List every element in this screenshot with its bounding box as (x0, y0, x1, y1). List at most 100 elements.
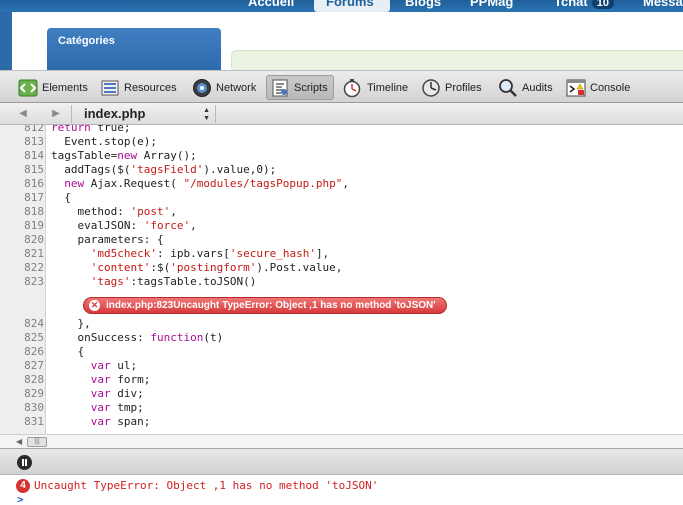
site-nav-ppmag[interactable]: PPMag (470, 0, 513, 9)
site-nav-forums[interactable]: Forums (314, 0, 390, 12)
line-number[interactable]: 816 (0, 177, 44, 191)
website-header: Accueil Forums Blogs PPMag Tchat 10 Messa… (0, 0, 683, 70)
profiles-icon (421, 78, 441, 98)
code-line[interactable]: 815 addTags($('tagsField').value,0); (0, 163, 683, 177)
tab-console[interactable]: Console (566, 75, 630, 100)
error-count-badge: 4 (16, 478, 30, 493)
audits-icon (498, 78, 518, 98)
tab-timeline-label: Timeline (367, 81, 409, 94)
code-text: return true; (51, 125, 131, 134)
code-line[interactable]: 813 Event.stop(e); (0, 135, 683, 149)
tab-audits[interactable]: Audits (498, 75, 553, 100)
line-number[interactable]: 828 (0, 373, 44, 387)
inline-error-bubble: ✕ index.php:823Uncaught TypeError: Objec… (83, 297, 447, 314)
scroll-left-icon[interactable]: ◀ (16, 437, 22, 446)
site-nav-tchat[interactable]: Tchat 10 (554, 0, 614, 9)
tab-scripts-label: Scripts (294, 81, 328, 94)
script-file-bar: ◀ ▶ index.php ▲ ▼ (0, 103, 683, 125)
line-number[interactable]: 813 (0, 135, 44, 149)
code-line[interactable]: 812 return true; (0, 125, 683, 135)
devtools-toolbar: Elements Resources Network Scripts Timel… (0, 70, 683, 103)
line-number[interactable]: 822 (0, 261, 44, 275)
pause-on-exceptions-icon[interactable] (17, 455, 32, 470)
tab-resources[interactable]: Resources (100, 75, 177, 100)
line-number[interactable]: 826 (0, 345, 44, 359)
code-text: var tmp; (90, 401, 144, 414)
site-nav-accueil[interactable]: Accueil (248, 0, 294, 9)
script-file-select[interactable]: index.php ▲ ▼ (71, 105, 216, 123)
line-number[interactable]: 827 (0, 359, 44, 373)
tab-scripts[interactable]: Scripts (266, 75, 334, 100)
tab-elements-label: Elements (42, 81, 88, 94)
error-x-icon: ✕ (89, 300, 100, 311)
line-number[interactable]: 812 (0, 125, 44, 135)
code-line[interactable]: 819 evalJSON: 'force', (0, 219, 683, 233)
tab-timeline[interactable]: Timeline (343, 75, 408, 100)
tab-profiles[interactable]: Profiles (421, 75, 482, 100)
site-content-box (231, 50, 683, 70)
code-line[interactable]: 824 }, (0, 317, 683, 331)
debugger-status-bar (0, 448, 683, 475)
code-line[interactable]: 816 new Ajax.Request( "/modules/tagsPopu… (0, 177, 683, 191)
code-text: evalJSON: 'force', (51, 219, 197, 232)
console-error-text: Uncaught TypeError: Object ,1 has no met… (34, 479, 379, 492)
source-code-view[interactable]: 812 return true; 813 Event.stop(e); 814 tags… (0, 125, 683, 434)
code-line[interactable]: 823 'tags':tagsTable.toJSON() (0, 275, 683, 289)
line-number[interactable]: 821 (0, 247, 44, 261)
line-number[interactable]: 819 (0, 219, 44, 233)
console-prompt[interactable]: > (17, 493, 24, 505)
code-line[interactable]: 827 var ul; (0, 359, 683, 373)
code-line[interactable]: 825 onSuccess: function(t) (0, 331, 683, 345)
code-line[interactable]: 814 tagsTable=new Array(); (0, 149, 683, 163)
line-number[interactable]: 824 (0, 317, 44, 331)
script-file-name: index.php (84, 106, 146, 121)
code-text: var form; (90, 373, 151, 386)
site-categories-panel: Catégories (47, 28, 221, 70)
line-number[interactable]: 820 (0, 233, 44, 247)
line-number[interactable]: 818 (0, 205, 44, 219)
code-line[interactable]: 817 { (0, 191, 683, 205)
code-text: parameters: { (51, 233, 164, 246)
horizontal-scrollbar[interactable]: ◀ ||| (0, 434, 683, 448)
console-icon (566, 78, 586, 98)
line-number[interactable]: 815 (0, 163, 44, 177)
code-line[interactable]: 830 var tmp; (0, 401, 683, 415)
code-text: { (51, 191, 71, 204)
forward-arrow-icon[interactable]: ▶ (50, 107, 62, 120)
site-left-strip (0, 12, 12, 70)
tab-audits-label: Audits (522, 81, 553, 94)
tab-network[interactable]: Network (192, 75, 256, 100)
tab-profiles-label: Profiles (445, 81, 482, 94)
site-nav-blogs[interactable]: Blogs (405, 0, 441, 9)
line-number[interactable]: 825 (0, 331, 44, 345)
code-line[interactable]: 818 method: 'post', (0, 205, 683, 219)
line-number[interactable]: 823 (0, 275, 44, 289)
tab-elements[interactable]: Elements (18, 75, 88, 100)
site-nav-messages[interactable]: Messa (643, 0, 683, 9)
line-number[interactable]: 830 (0, 401, 44, 415)
code-text: Event.stop(e); (51, 135, 157, 148)
code-line[interactable]: 822 'content':$('postingform').Post.valu… (0, 261, 683, 275)
scrollbar-thumb[interactable]: ||| (27, 437, 47, 447)
line-number[interactable]: 829 (0, 387, 44, 401)
code-line[interactable]: 821 'md5check': ipb.vars['secure_hash'], (0, 247, 683, 261)
code-text: var span; (90, 415, 151, 428)
tchat-badge: 10 (591, 0, 614, 9)
network-icon (192, 78, 212, 98)
line-number[interactable]: 817 (0, 191, 44, 205)
code-line[interactable]: 829 var div; (0, 387, 683, 401)
back-arrow-icon[interactable]: ◀ (17, 107, 29, 120)
code-line[interactable]: 828 var form; (0, 373, 683, 387)
line-number[interactable]: 831 (0, 415, 44, 429)
code-text: var ul; (90, 359, 138, 372)
console-error-message[interactable]: 4 Uncaught TypeError: Object ,1 has no m… (16, 478, 378, 493)
code-text: }, (51, 317, 91, 330)
console-panel: 4 Uncaught TypeError: Object ,1 has no m… (0, 475, 683, 505)
timeline-icon (343, 78, 363, 98)
code-text: method: 'post', (51, 205, 177, 218)
code-line[interactable]: 831 var span; (0, 415, 683, 429)
line-number[interactable]: 814 (0, 149, 44, 163)
devtools-window: Accueil Forums Blogs PPMag Tchat 10 Messa… (0, 0, 683, 505)
code-line[interactable]: 820 parameters: { (0, 233, 683, 247)
code-line[interactable]: 826 { (0, 345, 683, 359)
